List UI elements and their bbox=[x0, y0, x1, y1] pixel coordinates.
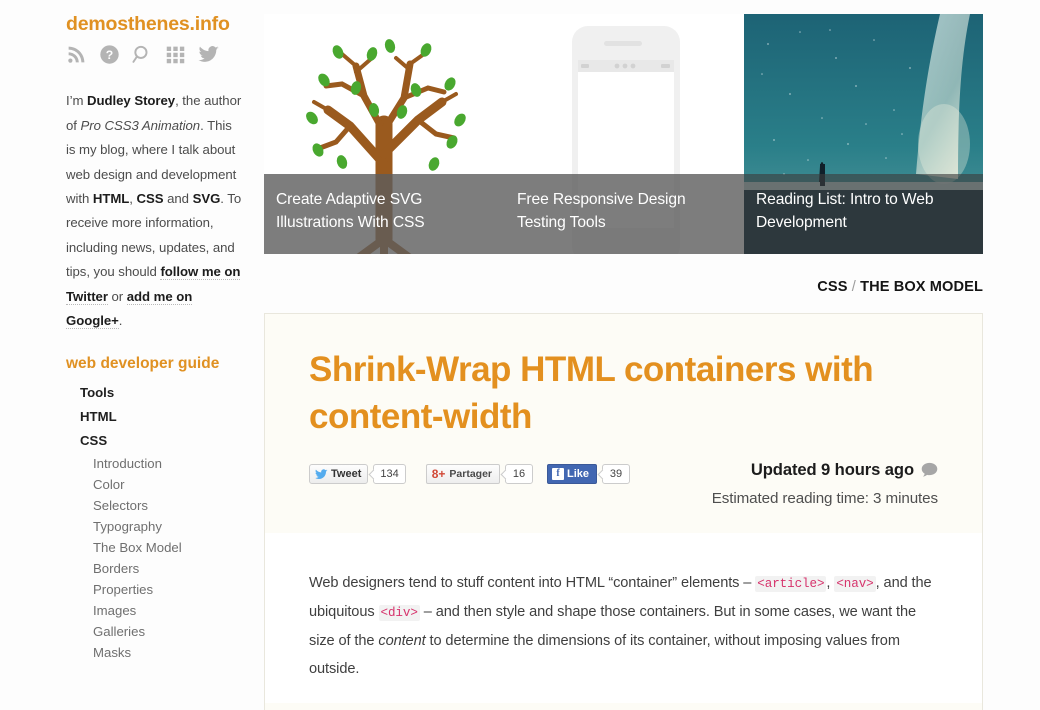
sidebar-item-selectors[interactable]: Selectors bbox=[66, 495, 242, 516]
tweet-button-label: Tweet bbox=[331, 468, 362, 480]
article-body: Web designers tend to stuff content into… bbox=[265, 533, 982, 703]
svg-text:?: ? bbox=[106, 48, 113, 62]
article-header: Shrink-Wrap HTML containers with content… bbox=[265, 314, 982, 533]
breadcrumb: CSS / THE BOX MODEL bbox=[817, 279, 983, 295]
bio-sep-2: and bbox=[163, 191, 193, 207]
google-plus-count[interactable]: 16 bbox=[505, 464, 534, 484]
sidebar-item-typography[interactable]: Typography bbox=[66, 516, 242, 537]
featured-card-title: Free Responsive Design Testing Tools bbox=[505, 174, 744, 254]
grid-icon[interactable] bbox=[165, 44, 186, 70]
breadcrumb-section[interactable]: CSS bbox=[817, 279, 847, 295]
inline-code-article: <article> bbox=[755, 576, 827, 592]
sidebar: demosthenes.info ? I’m Dudley Storey, th… bbox=[0, 0, 264, 710]
featured-card-svg-illustrations[interactable]: Create Adaptive SVG Illustrations With C… bbox=[264, 14, 505, 254]
facebook-count[interactable]: 39 bbox=[602, 464, 631, 484]
search-icon[interactable] bbox=[132, 44, 153, 70]
breadcrumb-page[interactable]: THE BOX MODEL bbox=[860, 279, 983, 295]
sidebar-item-images[interactable]: Images bbox=[66, 600, 242, 621]
featured-articles-strip: Create Adaptive SVG Illustrations With C… bbox=[264, 14, 983, 254]
tweet-button[interactable]: Tweet bbox=[309, 464, 369, 484]
page-title: Shrink-Wrap HTML containers with content… bbox=[309, 350, 874, 436]
facebook-share-group: f Like 39 bbox=[547, 464, 631, 484]
help-icon[interactable]: ? bbox=[99, 44, 120, 70]
article-meta-row: Tweet 134 8+ Partager 16 f Like 39 Updat… bbox=[309, 458, 938, 533]
rss-icon[interactable] bbox=[66, 44, 87, 70]
tweet-count[interactable]: 134 bbox=[373, 464, 406, 484]
bio-tag-css: CSS bbox=[136, 191, 164, 207]
bio-text-6: . bbox=[118, 313, 123, 329]
sidebar-item-html[interactable]: HTML bbox=[66, 405, 242, 429]
bio-text-1: I’m bbox=[66, 93, 88, 109]
inline-code-nav: <nav> bbox=[834, 576, 876, 592]
main-content: Create Adaptive SVG Illustrations With C… bbox=[264, 0, 1040, 710]
reading-time: Estimated reading time: 3 minutes bbox=[711, 490, 938, 507]
sidebar-item-introduction[interactable]: Introduction bbox=[66, 453, 242, 474]
updated-text: Updated 9 hours ago bbox=[750, 460, 914, 479]
sidebar-item-color[interactable]: Color bbox=[66, 474, 242, 495]
featured-card-title: Create Adaptive SVG Illustrations With C… bbox=[264, 174, 505, 254]
sidebar-nav: Tools HTML CSS Introduction Color Select… bbox=[66, 381, 242, 664]
breadcrumb-separator: / bbox=[851, 279, 856, 295]
social-icon-row: ? bbox=[66, 45, 242, 69]
comment-bubble-icon[interactable] bbox=[921, 462, 938, 478]
sidebar-item-properties[interactable]: Properties bbox=[66, 579, 242, 600]
sidebar-item-the-box-model[interactable]: The Box Model bbox=[66, 537, 242, 558]
sidebar-item-galleries[interactable]: Galleries bbox=[66, 621, 242, 642]
featured-card-reading-list[interactable]: Reading List: Intro to Web Development bbox=[744, 14, 983, 254]
sidebar-item-masks[interactable]: Masks bbox=[66, 642, 242, 663]
article-timestamp-block: Updated 9 hours ago Estimated reading ti… bbox=[712, 458, 938, 507]
bio-text-5: or bbox=[107, 288, 127, 304]
inline-code-div: <div> bbox=[378, 605, 420, 621]
body-text-1: Web designers tend to stuff content into… bbox=[309, 575, 756, 591]
google-plus-icon: 8+ bbox=[431, 467, 446, 481]
article-card: Shrink-Wrap HTML containers with content… bbox=[264, 313, 983, 710]
nav-heading-web-developer-guide[interactable]: web developer guide bbox=[66, 354, 242, 373]
sidebar-item-borders[interactable]: Borders bbox=[66, 558, 242, 579]
google-plus-share-group: 8+ Partager 16 bbox=[425, 464, 534, 484]
featured-card-responsive-testing[interactable]: Free Responsive Design Testing Tools bbox=[505, 14, 744, 254]
google-plus-button-label: Partager bbox=[449, 468, 493, 480]
bio-tag-svg: SVG bbox=[192, 191, 221, 207]
bio-book-title: Pro CSS3 Animation bbox=[80, 117, 201, 133]
body-emphasis-content: content bbox=[378, 633, 426, 649]
social-share-bar: Tweet 134 8+ Partager 16 f Like 39 bbox=[309, 458, 631, 484]
sidebar-item-css[interactable]: CSS bbox=[66, 429, 242, 453]
featured-card-title: Reading List: Intro to Web Development bbox=[744, 174, 983, 254]
site-title[interactable]: demosthenes.info bbox=[66, 13, 242, 35]
sidebar-item-tools[interactable]: Tools bbox=[66, 381, 242, 405]
facebook-button-label: Like bbox=[567, 468, 590, 480]
facebook-like-button[interactable]: f Like bbox=[547, 464, 598, 484]
facebook-icon: f bbox=[552, 468, 565, 480]
updated-line: Updated 9 hours ago bbox=[712, 460, 938, 480]
bio-author-name: Dudley Storey bbox=[87, 93, 176, 109]
bio-tag-html: HTML bbox=[92, 191, 130, 207]
bio-sep-1: , bbox=[129, 191, 137, 207]
article-paragraph-1: Web designers tend to stuff content into… bbox=[309, 569, 938, 683]
twitter-bird-icon bbox=[315, 468, 328, 479]
page-root: demosthenes.info ? I’m Dudley Storey, th… bbox=[0, 0, 1040, 710]
twitter-share-group: Tweet 134 bbox=[309, 464, 406, 484]
sidebar-bio: I’m Dudley Storey, the author of Pro CSS… bbox=[66, 89, 242, 333]
twitter-icon[interactable] bbox=[198, 44, 220, 70]
google-plus-share-button[interactable]: 8+ Partager bbox=[425, 464, 501, 484]
